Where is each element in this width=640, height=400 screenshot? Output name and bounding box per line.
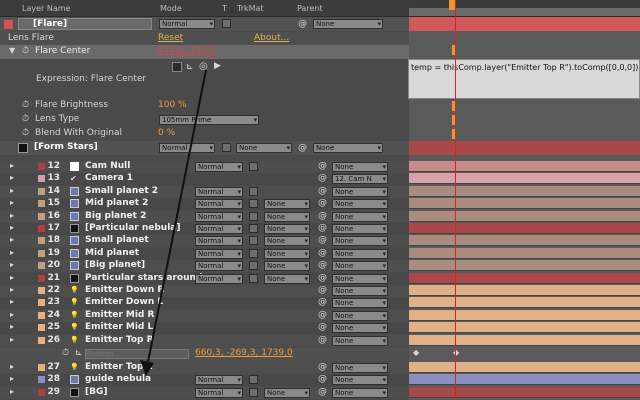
pickwhip-arrow (140, 69, 207, 376)
